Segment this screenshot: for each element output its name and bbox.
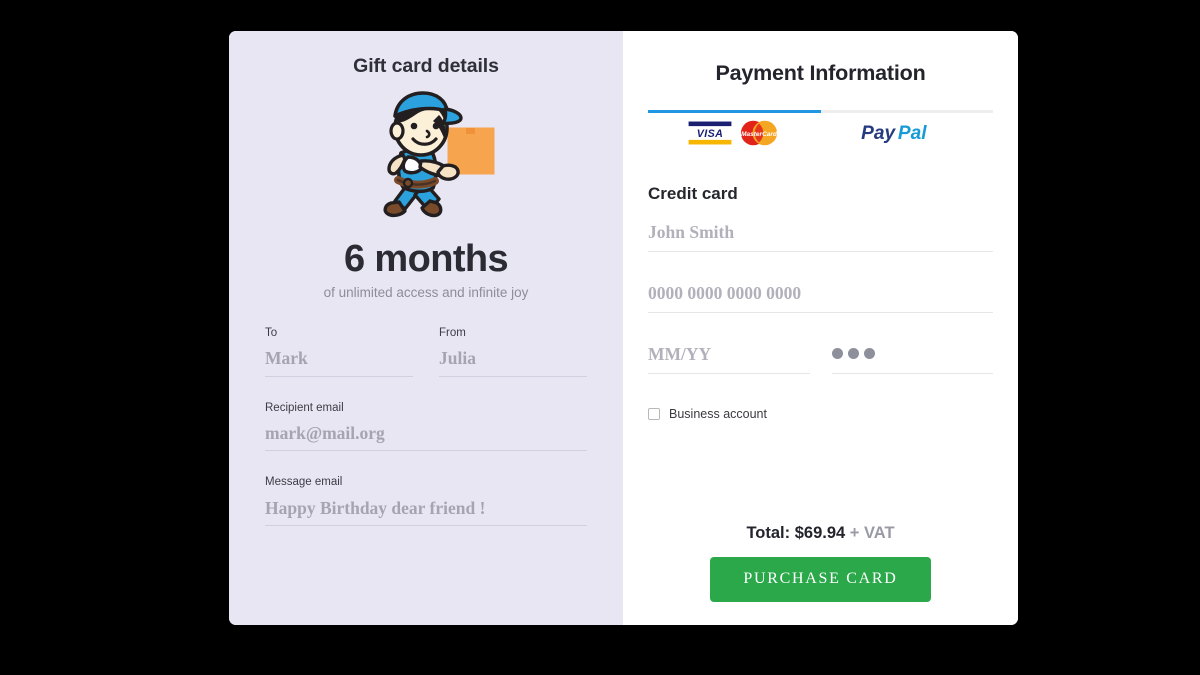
cvc-dot <box>831 348 843 360</box>
gift-card-checkout-card: Gift card details 6 months of unlimited … <box>229 31 1018 625</box>
card-number-field[interactable]: 0000 0000 0000 0000 <box>648 283 993 314</box>
payment-information-title: Payment Information <box>715 61 926 85</box>
cardholder-name-field[interactable]: John Smith <box>648 222 993 253</box>
svg-text:VISA: VISA <box>697 128 723 140</box>
recipient-email-field[interactable]: Recipient email mark@mail.org <box>265 401 587 452</box>
to-input[interactable]: Mark <box>265 348 413 377</box>
delivery-man-icon <box>265 86 587 236</box>
expiry-date-input[interactable]: MM/YY <box>648 344 810 364</box>
order-total-amount: Total: $69.94 <box>746 524 846 542</box>
recipient-email-input[interactable]: mark@mail.org <box>265 423 587 452</box>
cvc-field[interactable] <box>831 344 994 375</box>
plan-tagline: of unlimited access and infinite joy <box>323 284 529 300</box>
message-email-field[interactable]: Message email Happy Birthday dear friend… <box>265 477 587 526</box>
mastercard-logo-icon: MasterCard <box>737 120 781 151</box>
to-from-row: To Mark From Julia <box>265 326 587 377</box>
visa-logo-icon: VISA <box>687 120 734 151</box>
svg-text:Pay: Pay <box>861 123 896 144</box>
message-email-label: Message email <box>265 476 343 489</box>
svg-text:Pal: Pal <box>898 123 927 144</box>
to-field-label: To <box>265 326 278 339</box>
payment-information-panel: Payment Information VISA MasterCard Pay … <box>623 31 1018 625</box>
payment-method-tabs: VISA MasterCard Pay Pal <box>648 110 993 158</box>
cardholder-name-input[interactable]: John Smith <box>648 222 993 242</box>
from-input[interactable]: Julia <box>439 348 587 377</box>
gift-card-details-title: Gift card details <box>353 55 499 77</box>
cvc-dot <box>863 348 875 360</box>
order-total: Total: $69.94 + VAT <box>648 524 993 543</box>
business-account-label: Business account <box>669 407 767 422</box>
recipient-email-label: Recipient email <box>265 401 344 414</box>
tab-paypal[interactable]: Pay Pal <box>820 110 993 158</box>
order-total-vat-note: + VAT <box>845 524 895 542</box>
from-field[interactable]: From Julia <box>439 326 587 377</box>
from-field-label: From <box>439 326 466 339</box>
to-field[interactable]: To Mark <box>265 326 413 377</box>
cvc-dot <box>847 348 859 360</box>
cvc-masked-value[interactable] <box>831 344 994 361</box>
purchase-card-button[interactable]: PURCHASE CARD <box>710 557 931 602</box>
screen-background: Gift card details 6 months of unlimited … <box>0 0 1200 675</box>
svg-text:MasterCard: MasterCard <box>741 131 778 138</box>
expiry-date-field[interactable]: MM/YY <box>648 344 810 375</box>
expiry-cvc-row: MM/YY <box>648 344 994 375</box>
tab-credit-card[interactable]: VISA MasterCard <box>648 110 821 158</box>
credit-card-section-heading: Credit card <box>648 184 738 203</box>
message-email-input[interactable]: Happy Birthday dear friend ! <box>265 498 587 526</box>
business-account-checkbox[interactable] <box>648 408 660 421</box>
business-account-row[interactable]: Business account <box>648 407 993 421</box>
gift-card-details-panel: Gift card details 6 months of unlimited … <box>229 31 623 625</box>
bottom-spacer <box>648 602 993 625</box>
card-number-input[interactable]: 0000 0000 0000 0000 <box>648 283 993 303</box>
paypal-logo-icon: Pay Pal <box>861 120 953 151</box>
plan-duration: 6 months <box>343 238 509 280</box>
